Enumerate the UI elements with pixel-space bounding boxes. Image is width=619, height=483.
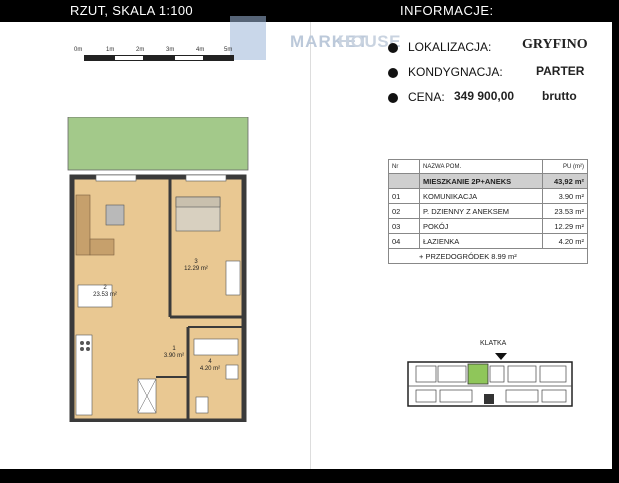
room-3-number: 3 — [194, 259, 198, 265]
header-nr: Nr — [388, 159, 420, 174]
cena-value: 349 900,00 — [454, 89, 515, 103]
row-name: P. DZIENNY Z ANEKSEM — [419, 203, 543, 219]
divider — [310, 22, 311, 469]
scale-label: 4m — [196, 47, 205, 53]
scale-label: 1m — [106, 47, 115, 53]
room-4-label: 4 4.20 m² — [195, 359, 225, 373]
summary-value: 43,92 m² — [542, 173, 588, 189]
table-row: 02 P. DZIENNY Z ANEKSEM 23.53 m² — [388, 203, 588, 219]
scale-label: 5m — [224, 47, 233, 53]
lokalizacja-label: LOKALIZACJA: — [408, 40, 492, 54]
room-3-area: 12.29 m² — [184, 266, 208, 272]
row-name: ŁAZIENKA — [419, 233, 543, 249]
cena-label: CENA: — [408, 90, 445, 104]
lokalizacja-value: GRYFINO — [522, 37, 588, 52]
rooms-table: Nr NAZWA POM. PU (m²) MIESZKANIE 2P+ANEK… — [388, 159, 588, 264]
table-row: 03 POKÓJ 12.29 m² — [388, 218, 588, 234]
row-value: 12.29 m² — [542, 218, 588, 234]
row-value: 4.20 m² — [542, 233, 588, 249]
room-2-label: 2 23.53 m² — [83, 285, 127, 299]
kondygnacja-value: PARTER — [536, 64, 585, 78]
room-3-label: 3 12.29 m² — [178, 259, 214, 273]
room-4-number: 4 — [208, 359, 212, 365]
row-value: 3.90 m² — [542, 188, 588, 204]
scale-segment — [174, 55, 204, 61]
scale-label: 3m — [166, 47, 175, 53]
brochure-sheet: RZUT, SKALA 1:100 INFORMACJE: MARKET HOU… — [0, 0, 612, 469]
cena-suffix: brutto — [542, 89, 577, 103]
row-name: KOMUNIKACJA — [419, 188, 543, 204]
table-footer-row: + PRZEDOGRÓDEK 8.99 m² — [388, 248, 588, 264]
keyplan-label: KLATKA — [480, 340, 507, 347]
scale-segment — [144, 55, 174, 61]
row-nr: 04 — [388, 233, 420, 249]
room-1-area: 3.90 m² — [163, 353, 185, 359]
garden — [67, 117, 249, 171]
scale-segment — [114, 55, 144, 61]
room-2-number: 2 — [103, 285, 107, 291]
scale-segment — [204, 55, 234, 61]
header-right-title: INFORMACJE: — [400, 3, 494, 18]
floor-plan — [67, 117, 249, 422]
row-nr: 02 — [388, 203, 420, 219]
row-nr: 03 — [388, 218, 420, 234]
header-area: PU (m²) — [542, 159, 588, 174]
header-name: NAZWA POM. — [419, 159, 543, 174]
table-header-row: Nr NAZWA POM. PU (m²) — [388, 159, 588, 174]
header-left-title: RZUT, SKALA 1:100 — [70, 3, 193, 18]
room-2-area: 23.53 m² — [93, 292, 117, 298]
row-nr: 01 — [388, 188, 420, 204]
bullet-icon — [388, 93, 398, 103]
table-summary-row: MIESZKANIE 2P+ANEKS 43,92 m² — [388, 173, 588, 189]
scale-label: 2m — [136, 47, 145, 53]
scale-label: 0m — [74, 47, 83, 53]
scale-segment — [84, 55, 114, 61]
building-key-plan — [407, 353, 573, 407]
scale-bar: 0m 1m 2m 3m 4m 5m — [74, 44, 244, 64]
page: RZUT, SKALA 1:100 INFORMACJE: MARKET HOU… — [0, 0, 619, 483]
bullet-icon — [388, 43, 398, 53]
kondygnacja-label: KONDYGNACJA: — [408, 65, 503, 79]
row-value: 23.53 m² — [542, 203, 588, 219]
row-name: POKÓJ — [419, 218, 543, 234]
table-row: 01 KOMUNIKACJA 3.90 m² — [388, 188, 588, 204]
footer-garden: + PRZEDOGRÓDEK 8.99 m² — [388, 248, 588, 264]
room-4-area: 4.20 m² — [199, 366, 221, 372]
bullet-icon — [388, 68, 398, 78]
summary-name: MIESZKANIE 2P+ANEKS — [419, 173, 543, 189]
table-row: 04 ŁAZIENKA 4.20 m² — [388, 233, 588, 249]
market-house-logo: MARKET HOUSE — [230, 16, 410, 60]
room-1-label: 1 3.90 m² — [158, 346, 190, 360]
room-1-number: 1 — [172, 346, 176, 352]
